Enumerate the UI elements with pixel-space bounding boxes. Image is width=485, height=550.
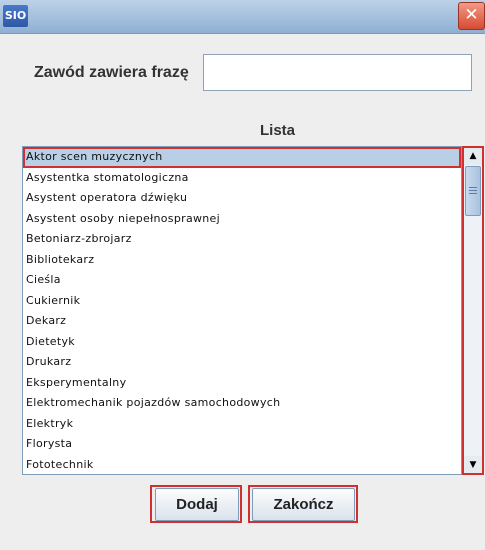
list-title: Lista bbox=[259, 122, 295, 139]
list-item[interactable]: Fototechnik bbox=[23, 455, 461, 475]
title-bar[interactable]: SIO ✕ bbox=[0, 0, 485, 34]
finish-button[interactable]: Zakończ bbox=[252, 488, 355, 521]
scroll-down-icon[interactable]: ▼ bbox=[463, 456, 483, 474]
occupation-list[interactable]: Aktor scen muzycznych Asystentka stomatol… bbox=[22, 146, 462, 475]
thumb-grip bbox=[469, 190, 477, 191]
thumb-grip bbox=[469, 193, 477, 194]
list-item[interactable]: Asystent operatora dźwięku bbox=[23, 188, 461, 209]
filter-label: Zawód zawiera frazę bbox=[34, 64, 189, 81]
list-item[interactable]: Florysta bbox=[23, 434, 461, 455]
app-logo-icon: SIO bbox=[3, 5, 28, 27]
thumb-grip bbox=[469, 187, 477, 188]
dialog-window: SIO ✕ Zawód zawiera frazę Lista Aktor sc… bbox=[0, 0, 485, 550]
add-button[interactable]: Dodaj bbox=[155, 488, 239, 521]
list-item[interactable]: Drukarz bbox=[23, 352, 461, 373]
list-item[interactable]: Bibliotekarz bbox=[23, 250, 461, 271]
list-item[interactable]: Dekarz bbox=[23, 311, 461, 332]
scroll-thumb[interactable] bbox=[465, 166, 481, 216]
list-item[interactable]: Dietetyk bbox=[23, 332, 461, 353]
list-item[interactable]: Asystentka stomatologiczna bbox=[23, 168, 461, 189]
list-item[interactable]: Elektromechanik pojazdów samochodowych bbox=[23, 393, 461, 414]
list-items: Aktor scen muzycznych Asystentka stomatol… bbox=[23, 147, 461, 475]
list-item[interactable]: Aktor scen muzycznych bbox=[23, 147, 461, 168]
list-item[interactable]: Betoniarz-zbrojarz bbox=[23, 229, 461, 250]
list-item[interactable]: Cieśla bbox=[23, 270, 461, 291]
list-item[interactable]: Asystent osoby niepełnosprawnej bbox=[23, 209, 461, 230]
close-icon: ✕ bbox=[464, 5, 479, 25]
list-item[interactable]: Cukiernik bbox=[23, 291, 461, 312]
list-scrollbar[interactable]: ▲ ▼ bbox=[462, 146, 484, 475]
close-button[interactable]: ✕ bbox=[458, 2, 485, 30]
scroll-up-icon[interactable]: ▲ bbox=[463, 147, 483, 165]
list-item[interactable]: Eksperymentalny bbox=[23, 373, 461, 394]
list-item[interactable]: Elektryk bbox=[23, 414, 461, 435]
filter-input[interactable] bbox=[203, 54, 472, 91]
